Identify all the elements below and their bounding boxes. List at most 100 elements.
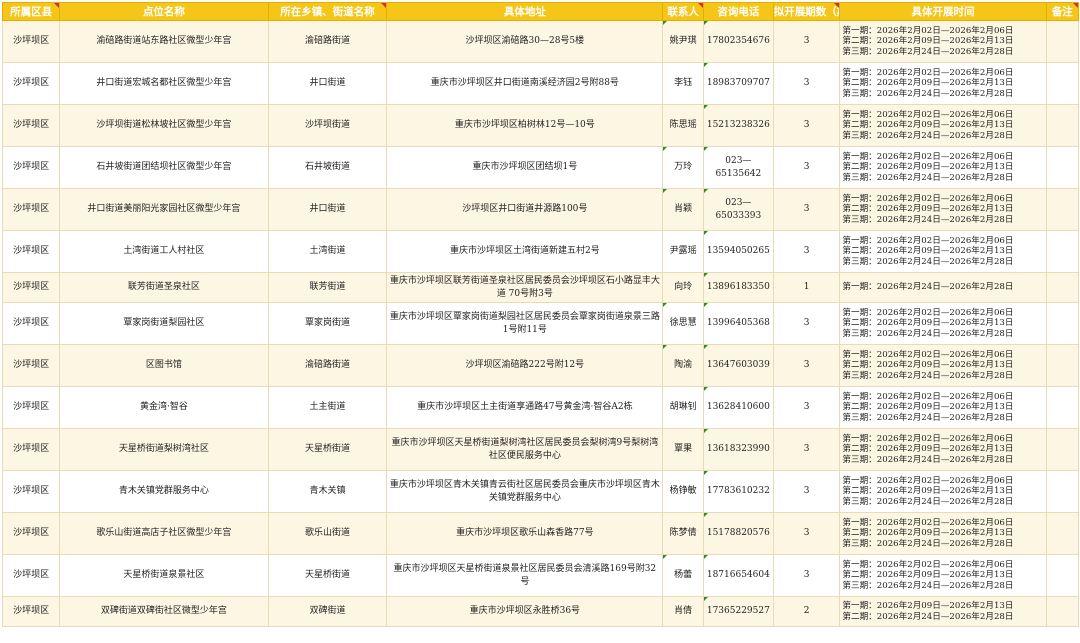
schedule-times-cell: 第一期：2026年2月02日—2026年2月06日 第二期：2026年2月09日—… — [839, 230, 1047, 273]
address-cell: 重庆市沙坪坝区柏树林12号—10号 — [386, 104, 664, 147]
table-row: 沙坪坝区 石井坡街道团结坝社区微型少年宫 石井坡街道 重庆市沙坪坝区团结坝1号 万玲 02… — [1, 146, 1080, 189]
site-name-cell: 渝碚路街道站东路社区微型少年宫 — [59, 20, 269, 63]
schedule-period: 第一期：2026年2月02日—2026年2月06日 — [842, 475, 1014, 486]
header-street[interactable]: 所在乡镇、街道名称 — [267, 2, 388, 21]
phone-cell: 13647603039 — [702, 344, 774, 387]
phone-cell: 15178820576 — [702, 512, 774, 555]
schedule-period: 第二期：2026年2月09日—2026年2月13日 — [842, 162, 1014, 173]
header-address[interactable]: 具体地址 — [386, 2, 664, 21]
address-cell: 重庆市沙坪坝区联芳街道圣泉社区居民委员会沙坪坝区石小路显丰大道 70号附3号 — [386, 272, 664, 303]
street-cell: 土湾街道 — [267, 230, 388, 273]
remark-cell — [1045, 512, 1080, 555]
table-header-row: 所属区县点位名称所在乡镇、街道名称具体地址联系人咨询电话拟开展期数（期）具体开展… — [1, 2, 1080, 21]
table-row: 沙坪坝区 联芳街道圣泉社区 联芳街道 重庆市沙坪坝区联芳街道圣泉社区居民委员会沙坪坝区… — [1, 272, 1080, 303]
district-cell: 沙坪坝区 — [1, 146, 61, 189]
schedule-period: 第一期：2026年2月02日—2026年2月06日 — [842, 349, 1014, 360]
table-row: 沙坪坝区 天星桥街道泉景社区 天星桥街道 重庆市沙坪坝区天星桥街道泉景社区居民委员会清… — [1, 554, 1080, 597]
count-cell: 3 — [772, 230, 841, 273]
table-row: 沙坪坝区 覃家岗街道梨园社区 覃家岗街道 重庆市沙坪坝区覃家岗街道梨园社区居民委员会覃… — [1, 302, 1080, 345]
district-cell: 沙坪坝区 — [1, 386, 61, 429]
site-name-cell: 天星桥街道泉景社区 — [59, 554, 269, 597]
remark-cell — [1045, 596, 1080, 627]
schedule-period: 第二期：2026年2月09日—2026年2月13日 — [842, 78, 1014, 89]
header-contact[interactable]: 联系人 — [662, 2, 704, 21]
address-cell: 沙坪坝区渝碚路222号附12号 — [386, 344, 664, 387]
street-cell: 井口街道 — [267, 188, 388, 231]
schedule-times-cell: 第一期：2026年2月02日—2026年2月06日 第二期：2026年2月09日—… — [839, 104, 1047, 147]
header-remark[interactable]: 备注 — [1045, 2, 1080, 21]
schedule-period: 第一期：2026年2月02日—2026年2月06日 — [842, 391, 1014, 402]
schedule-period: 第一期：2026年2月24日—2026年2月28日 — [842, 282, 1014, 293]
header-count[interactable]: 拟开展期数（期） — [772, 2, 841, 21]
street-cell: 覃家岗街道 — [267, 302, 388, 345]
contact-cell: 肖倩 — [662, 596, 704, 627]
header-district[interactable]: 所属区县 — [1, 2, 61, 21]
remark-cell — [1045, 146, 1080, 189]
district-cell: 沙坪坝区 — [1, 470, 61, 513]
schedule-period: 第三期：2026年2月24日—2026年2月28日 — [842, 328, 1014, 339]
district-cell: 沙坪坝区 — [1, 188, 61, 231]
phone-cell: 17365229527 — [702, 596, 774, 627]
district-cell: 沙坪坝区 — [1, 554, 61, 597]
header-site-name[interactable]: 点位名称 — [59, 2, 269, 21]
schedule-period: 第三期：2026年2月24日—2026年2月28日 — [842, 46, 1014, 57]
remark-cell — [1045, 428, 1080, 471]
schedule-times-cell: 第一期：2026年2月24日—2026年2月28日 — [839, 272, 1047, 303]
schedule-times-cell: 第一期：2026年2月02日—2026年2月06日 第二期：2026年2月09日—… — [839, 188, 1047, 231]
address-cell: 重庆市沙坪坝区井口街道南溪经济园2号附88号 — [386, 62, 664, 105]
header-phone[interactable]: 咨询电话 — [702, 2, 774, 21]
count-cell: 3 — [772, 512, 841, 555]
count-cell: 3 — [772, 344, 841, 387]
address-cell: 重庆市沙坪坝区歌乐山森香路77号 — [386, 512, 664, 555]
phone-cell: 13896183350 — [702, 272, 774, 303]
site-name-cell: 井口街道宏城名都社区微型少年宫 — [59, 62, 269, 105]
schedule-period: 第二期：2026年2月09日—2026年2月13日 — [842, 36, 1014, 47]
schedule-period: 第二期：2026年2月09日—2026年2月13日 — [842, 402, 1014, 413]
street-cell: 青木关镇 — [267, 470, 388, 513]
site-name-cell: 覃家岗街道梨园社区 — [59, 302, 269, 345]
schedule-period: 第三期：2026年2月24日—2026年2月28日 — [842, 538, 1014, 549]
site-name-cell: 黄金湾·智谷 — [59, 386, 269, 429]
address-cell: 重庆市沙坪坝区天星桥街道梨树湾社区居民委员会梨树湾9号梨树湾社区便民服务中心 — [386, 428, 664, 471]
schedule-period: 第二期：2026年2月09日—2026年2月13日 — [842, 120, 1014, 131]
street-cell: 土主街道 — [267, 386, 388, 429]
schedule-period: 第一期：2026年2月02日—2026年2月06日 — [842, 235, 1014, 246]
schedule-period: 第三期：2026年2月24日—2026年2月28日 — [842, 172, 1014, 183]
street-cell: 天星桥街道 — [267, 554, 388, 597]
district-cell: 沙坪坝区 — [1, 272, 61, 303]
district-cell: 沙坪坝区 — [1, 20, 61, 63]
address-cell: 重庆市沙坪坝区青木关镇青云街社区居民委员会重庆市沙坪坝区青木关镇党群服务中心 — [386, 470, 664, 513]
street-cell: 歌乐山街道 — [267, 512, 388, 555]
district-cell: 沙坪坝区 — [1, 344, 61, 387]
contact-cell: 尹露瑶 — [662, 230, 704, 273]
site-name-cell: 区图书馆 — [59, 344, 269, 387]
schedule-period: 第一期：2026年2月09日—2026年2月13日 — [842, 600, 1014, 611]
table-row: 沙坪坝区 歌乐山街道高店子社区微型少年宫 歌乐山街道 重庆市沙坪坝区歌乐山森香路77号… — [1, 512, 1080, 555]
schedule-period: 第一期：2026年2月02日—2026年2月06日 — [842, 25, 1014, 36]
contact-cell: 陶渝 — [662, 344, 704, 387]
remark-cell — [1045, 386, 1080, 429]
schedule-period: 第二期：2026年2月09日—2026年2月13日 — [842, 528, 1014, 539]
header-times[interactable]: 具体开展时间 — [839, 2, 1047, 21]
count-cell: 3 — [772, 146, 841, 189]
activity-schedule-table: 所属区县点位名称所在乡镇、街道名称具体地址联系人咨询电话拟开展期数（期）具体开展… — [1, 2, 1080, 627]
count-cell: 3 — [772, 20, 841, 63]
contact-cell: 肖颖 — [662, 188, 704, 231]
schedule-period: 第一期：2026年2月02日—2026年2月06日 — [842, 151, 1014, 162]
schedule-period: 第三期：2026年2月24日—2026年2月28日 — [842, 496, 1014, 507]
contact-cell: 姚尹琪 — [662, 20, 704, 63]
schedule-period: 第一期：2026年2月02日—2026年2月06日 — [842, 433, 1014, 444]
schedule-period: 第二期：2026年2月09日—2026年2月13日 — [842, 246, 1014, 257]
schedule-period: 第三期：2026年2月24日—2026年2月28日 — [842, 130, 1014, 141]
site-name-cell: 土湾街道工人村社区 — [59, 230, 269, 273]
schedule-period: 第三期：2026年2月24日—2026年2月28日 — [842, 370, 1014, 381]
site-name-cell: 双碑街道双碑街社区微型少年宫 — [59, 596, 269, 627]
schedule-period: 第一期：2026年2月02日—2026年2月06日 — [842, 67, 1014, 78]
district-cell: 沙坪坝区 — [1, 230, 61, 273]
phone-cell: 023—65135642 — [702, 146, 774, 189]
count-cell: 3 — [772, 470, 841, 513]
site-name-cell: 联芳街道圣泉社区 — [59, 272, 269, 303]
contact-cell: 陈梦倩 — [662, 512, 704, 555]
count-cell: 3 — [772, 386, 841, 429]
phone-cell: 13594050265 — [702, 230, 774, 273]
